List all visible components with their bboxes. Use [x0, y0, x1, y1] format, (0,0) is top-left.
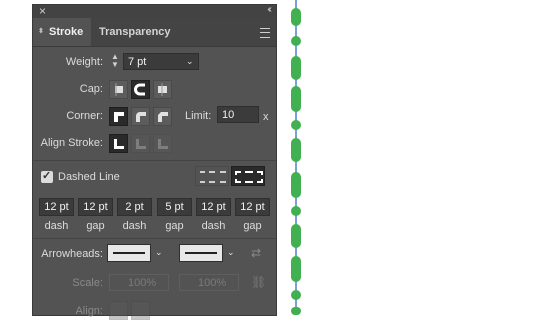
align-dash-corners-icon: [235, 171, 263, 183]
projecting-cap-icon: [158, 83, 167, 96]
tab-arrows-icon: ⬍: [38, 28, 44, 35]
limit-field[interactable]: 10: [217, 106, 259, 123]
weight-stepper[interactable]: ▲ ▼: [110, 53, 120, 71]
stroke-dash: [291, 120, 301, 130]
divider: [33, 160, 276, 161]
align-dash-corners-button[interactable]: [231, 166, 265, 186]
stroke-dash: [291, 138, 301, 162]
gap-1-label: gap: [86, 220, 105, 232]
weight-label: Weight:: [65, 56, 103, 68]
gap-2-field[interactable]: 5 pt: [157, 198, 192, 216]
panel-title-bar: × ‹‹: [33, 4, 276, 18]
align-stroke-label: Align Stroke:: [40, 137, 103, 149]
stroke-dash: [291, 56, 301, 80]
align-center-button[interactable]: [109, 134, 128, 153]
butt-cap-icon: [115, 83, 123, 96]
divider: [33, 238, 276, 239]
dash-1-field[interactable]: 12 pt: [39, 198, 74, 216]
dash-3-field[interactable]: 12 pt: [196, 198, 231, 216]
stroke-dash: [291, 224, 301, 248]
limit-unit: x: [263, 111, 269, 123]
stroke-dash: [291, 256, 301, 282]
align-inside-icon: [136, 139, 146, 149]
dash-2-label: dash: [122, 220, 147, 232]
round-cap-icon: [134, 83, 145, 96]
stroke-dash: [291, 8, 301, 26]
dash-3-label: dash: [201, 220, 226, 232]
limit-label: Limit:: [185, 110, 212, 122]
align-label: Align:: [75, 305, 103, 317]
arrow-tip-beyond-button[interactable]: [109, 301, 128, 320]
link-scale-icon[interactable]: ⛓: [251, 275, 266, 289]
round-cap-button[interactable]: [131, 80, 150, 99]
start-arrowhead-select[interactable]: [107, 244, 151, 262]
butt-cap-button[interactable]: [109, 80, 128, 99]
align-outside-button[interactable]: [153, 134, 172, 153]
round-join-button[interactable]: [131, 107, 150, 126]
arrowheads-label: Arrowheads:: [41, 248, 103, 260]
start-scale-field[interactable]: 100%: [109, 274, 169, 291]
gap-1-field[interactable]: 12 pt: [78, 198, 113, 216]
gap-2-label: gap: [165, 220, 184, 232]
dashed-line-label: Dashed Line: [58, 171, 120, 183]
dashed-line-checkbox[interactable]: [41, 169, 53, 183]
chevron-down-icon[interactable]: ⌄: [186, 56, 194, 67]
dash-1-label: dash: [44, 220, 69, 232]
align-center-icon: [114, 139, 124, 149]
round-join-icon: [136, 112, 146, 122]
stroke-dash: [291, 307, 301, 315]
arrow-tip-at-end-button[interactable]: [131, 301, 150, 320]
miter-join-button[interactable]: [109, 107, 128, 126]
stroke-dash: [291, 36, 301, 46]
chevron-down-icon[interactable]: ⌄: [227, 247, 235, 258]
end-arrowhead-select[interactable]: [179, 244, 223, 262]
cap-label: Cap:: [79, 83, 103, 95]
stroke-dash: [291, 86, 301, 112]
preserve-dash-icon: [200, 171, 226, 183]
collapse-icon[interactable]: ‹‹: [267, 4, 271, 15]
tab-bar: ⬍ Stroke Transparency: [33, 18, 276, 47]
close-icon[interactable]: ×: [39, 4, 46, 18]
preserve-dash-button[interactable]: [195, 166, 229, 186]
gap-3-label: gap: [243, 220, 262, 232]
bevel-join-icon: [158, 112, 168, 122]
dash-2-field[interactable]: 2 pt: [117, 198, 152, 216]
swap-arrowheads-icon[interactable]: ⇄: [251, 246, 261, 260]
tab-transparency[interactable]: Transparency: [99, 18, 171, 46]
stroke-dash: [291, 172, 301, 198]
stroke-dash: [291, 290, 301, 300]
align-outside-icon: [158, 139, 168, 149]
end-scale-field[interactable]: 100%: [179, 274, 239, 291]
chevron-down-icon[interactable]: ⌄: [155, 247, 163, 258]
panel-menu-icon[interactable]: [260, 28, 270, 38]
tab-stroke[interactable]: ⬍ Stroke: [33, 18, 91, 46]
miter-join-icon: [114, 112, 124, 122]
corner-label: Corner:: [66, 110, 103, 122]
stroke-panel: × ‹‹ ⬍ Stroke Transparency Weight: ▲ ▼ 7 …: [33, 4, 276, 320]
stroke-dash: [291, 206, 301, 216]
bevel-join-button[interactable]: [153, 107, 172, 126]
align-inside-button[interactable]: [131, 134, 150, 153]
gap-3-field[interactable]: 12 pt: [235, 198, 270, 216]
scale-label: Scale:: [72, 277, 103, 289]
projecting-cap-button[interactable]: [153, 80, 172, 99]
